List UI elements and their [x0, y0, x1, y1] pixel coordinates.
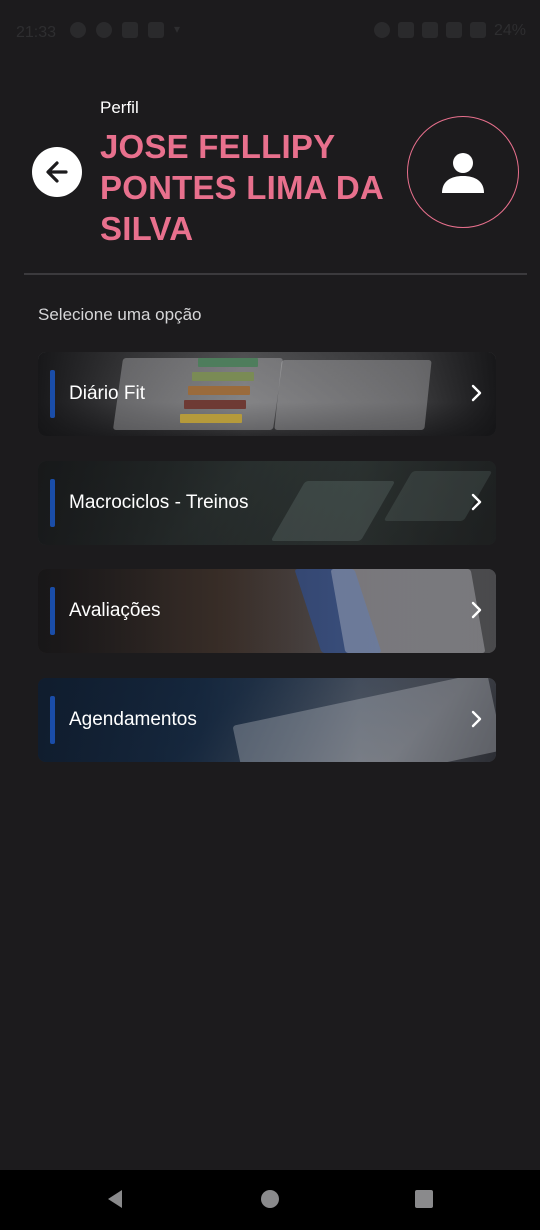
decor-stripe	[188, 386, 250, 395]
chevron-right-icon	[471, 601, 482, 619]
menu-label: Avaliações	[69, 600, 161, 621]
menu-card-diario-fit[interactable]: Diário Fit	[38, 352, 496, 436]
arrow-icon: ▾	[174, 22, 181, 36]
alarm-icon	[373, 22, 390, 38]
decor-tile	[270, 481, 396, 541]
decor-calendar	[232, 678, 496, 762]
instagram-icon	[96, 22, 112, 38]
card-accent-bar	[50, 696, 55, 744]
decor-stripe	[180, 414, 242, 423]
chevron-right-icon	[471, 710, 482, 728]
home-circle-icon[interactable]	[259, 1188, 281, 1210]
back-triangle-icon[interactable]	[104, 1188, 126, 1210]
decor-stripe	[198, 358, 258, 367]
avatar[interactable]	[407, 116, 519, 228]
card-accent-bar	[50, 370, 55, 418]
status-right-icons: 24%	[373, 22, 526, 40]
decor-paper	[330, 569, 486, 653]
header-divider	[24, 273, 527, 275]
user-icon	[442, 153, 484, 193]
phone-icon	[122, 22, 138, 38]
data-icon	[445, 22, 462, 38]
status-bar: 21:33 ▾ 24%	[0, 0, 540, 64]
chevron-right-icon	[471, 493, 482, 511]
decor-stripe	[184, 400, 246, 409]
status-left-icons: ▾	[70, 22, 182, 38]
back-button[interactable]	[32, 147, 82, 197]
signal-icon	[469, 22, 486, 38]
status-time: 21:33	[16, 24, 57, 41]
menu-card-avaliacoes[interactable]: Avaliações	[38, 569, 496, 653]
bluetooth-icon	[397, 22, 414, 38]
system-nav-bar	[0, 1170, 540, 1230]
menu-label: Diário Fit	[69, 383, 146, 404]
decor-sheet	[274, 360, 432, 430]
battery-level: 24%	[493, 22, 526, 39]
menu-card-agendamentos[interactable]: Agendamentos	[38, 678, 496, 762]
gallery-icon	[148, 22, 164, 38]
section-label: Selecione uma opção	[38, 305, 202, 324]
menu-label: Agendamentos	[69, 709, 197, 730]
arrow-left-icon	[46, 161, 68, 183]
profile-header: Perfil JOSE FELLIPY PONTES LIMA DA SILVA	[0, 90, 540, 260]
vibrate-icon	[421, 22, 438, 38]
card-accent-bar	[50, 479, 55, 527]
card-accent-bar	[50, 587, 55, 635]
chevron-right-icon	[471, 384, 482, 402]
page-subtitle: Perfil	[100, 98, 139, 117]
user-name: JOSE FELLIPY PONTES LIMA DA SILVA	[100, 128, 383, 247]
menu-card-macrociclos[interactable]: Macrociclos - Treinos	[38, 461, 496, 545]
decor-stripe	[192, 372, 254, 381]
recents-square-icon[interactable]	[413, 1188, 435, 1210]
whatsapp-icon	[70, 22, 86, 38]
menu-label: Macrociclos - Treinos	[69, 492, 249, 513]
